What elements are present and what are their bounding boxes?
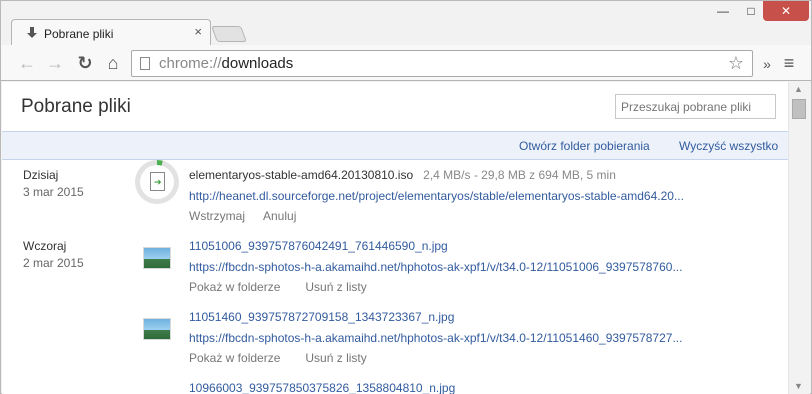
url-scheme: chrome:// <box>159 55 222 72</box>
remove-from-list-link[interactable]: Usuń z listy <box>305 351 366 365</box>
download-actions: Pokaż w folderze Usuń z listy <box>189 351 367 365</box>
page-icon <box>140 57 150 70</box>
tab-close-icon[interactable]: × <box>194 24 202 39</box>
date-value: 2 mar 2015 <box>23 256 84 270</box>
date-value: 3 mar 2015 <box>23 185 84 199</box>
download-url-link[interactable]: https://fbcdn-sphotos-h-a.akamaihd.net/h… <box>189 331 699 345</box>
url-path: downloads <box>221 55 294 72</box>
date-day: Dzisiaj <box>23 168 59 182</box>
search-input[interactable] <box>615 94 776 119</box>
reload-button[interactable]: ↻ <box>75 53 95 73</box>
file-icon: ➔ <box>150 172 165 191</box>
toolbar: ← → ↻ ⌂ chrome://downloads ☆ » ≡ <box>1 45 811 81</box>
page-title: Pobrane pliki <box>21 96 131 117</box>
open-folder-link[interactable]: Otwórz folder pobierania <box>519 139 650 153</box>
scroll-down-arrow-icon[interactable]: ▼ <box>794 381 803 391</box>
download-actions: Wstrzymaj Anuluj <box>189 209 296 223</box>
download-icon <box>26 27 38 39</box>
download-url-link[interactable]: https://fbcdn-sphotos-h-a.akamaihd.net/h… <box>189 260 699 274</box>
date-group-yesterday: Wczoraj 2 mar 2015 <box>23 238 84 272</box>
extensions-overflow-icon[interactable]: » <box>757 54 777 74</box>
tab-title: Pobrane pliki <box>44 27 114 41</box>
file-name: elementaryos-stable-amd64.20130810.iso <box>189 168 414 182</box>
download-file-link[interactable]: 11051460_939757872709158_1343723367_n.jp… <box>189 310 454 324</box>
new-tab-button[interactable] <box>211 26 247 42</box>
close-window-button[interactable]: ✕ <box>763 1 809 21</box>
date-day: Wczoraj <box>23 239 67 253</box>
address-text: chrome://downloads <box>159 55 293 72</box>
remove-from-list-link[interactable]: Usuń z listy <box>305 280 366 294</box>
vertical-scrollbar[interactable]: ▲ ▼ <box>788 82 810 394</box>
downloads-page: Pobrane pliki Otwórz folder pobierania W… <box>2 82 788 394</box>
pause-link[interactable]: Wstrzymaj <box>189 209 245 223</box>
cancel-link[interactable]: Anuluj <box>263 209 296 223</box>
show-in-folder-link[interactable]: Pokaż w folderze <box>189 351 280 365</box>
maximize-button[interactable]: □ <box>737 1 765 21</box>
menu-icon[interactable]: ≡ <box>779 53 799 73</box>
tab-strip: Pobrane pliki × — □ ✕ <box>1 1 811 46</box>
download-actions: Pokaż w folderze Usuń z listy <box>189 280 367 294</box>
tab-downloads[interactable]: Pobrane pliki × <box>11 19 211 46</box>
address-bar[interactable]: chrome://downloads ☆ <box>131 50 753 77</box>
action-bar: Otwórz folder pobierania Wyczyść wszystk… <box>2 131 788 160</box>
back-button[interactable]: ← <box>17 53 37 73</box>
image-file-icon <box>143 247 171 269</box>
download-url-link[interactable]: http://heanet.dl.sourceforge.net/project… <box>189 189 699 203</box>
date-group-today: Dzisiaj 3 mar 2015 <box>23 167 84 201</box>
download-file-link[interactable]: 11051006_939757876042491_761446590_n.jpg <box>189 239 448 253</box>
browser-window: Pobrane pliki × — □ ✕ ← → ↻ ⌂ chrome://d… <box>0 0 812 394</box>
download-file-link[interactable]: 10966003_939757850375826_1358804810_n.jp… <box>189 381 455 394</box>
bookmark-star-icon[interactable]: ☆ <box>728 53 744 74</box>
minimize-button[interactable]: — <box>709 1 737 21</box>
page-header: Pobrane pliki <box>2 82 788 131</box>
home-button[interactable]: ⌂ <box>103 53 123 73</box>
forward-button[interactable]: → <box>45 53 65 73</box>
clear-all-link[interactable]: Wyczyść wszystko <box>679 139 778 153</box>
download-item-name: elementaryos-stable-amd64.20130810.iso 2,… <box>189 168 616 182</box>
download-status: 2,4 MB/s - 29,8 MB z 694 MB, 5 min <box>423 168 616 182</box>
scroll-up-arrow-icon[interactable]: ▲ <box>794 84 803 94</box>
show-in-folder-link[interactable]: Pokaż w folderze <box>189 280 280 294</box>
image-file-icon <box>143 318 171 340</box>
scroll-thumb[interactable] <box>792 99 806 119</box>
